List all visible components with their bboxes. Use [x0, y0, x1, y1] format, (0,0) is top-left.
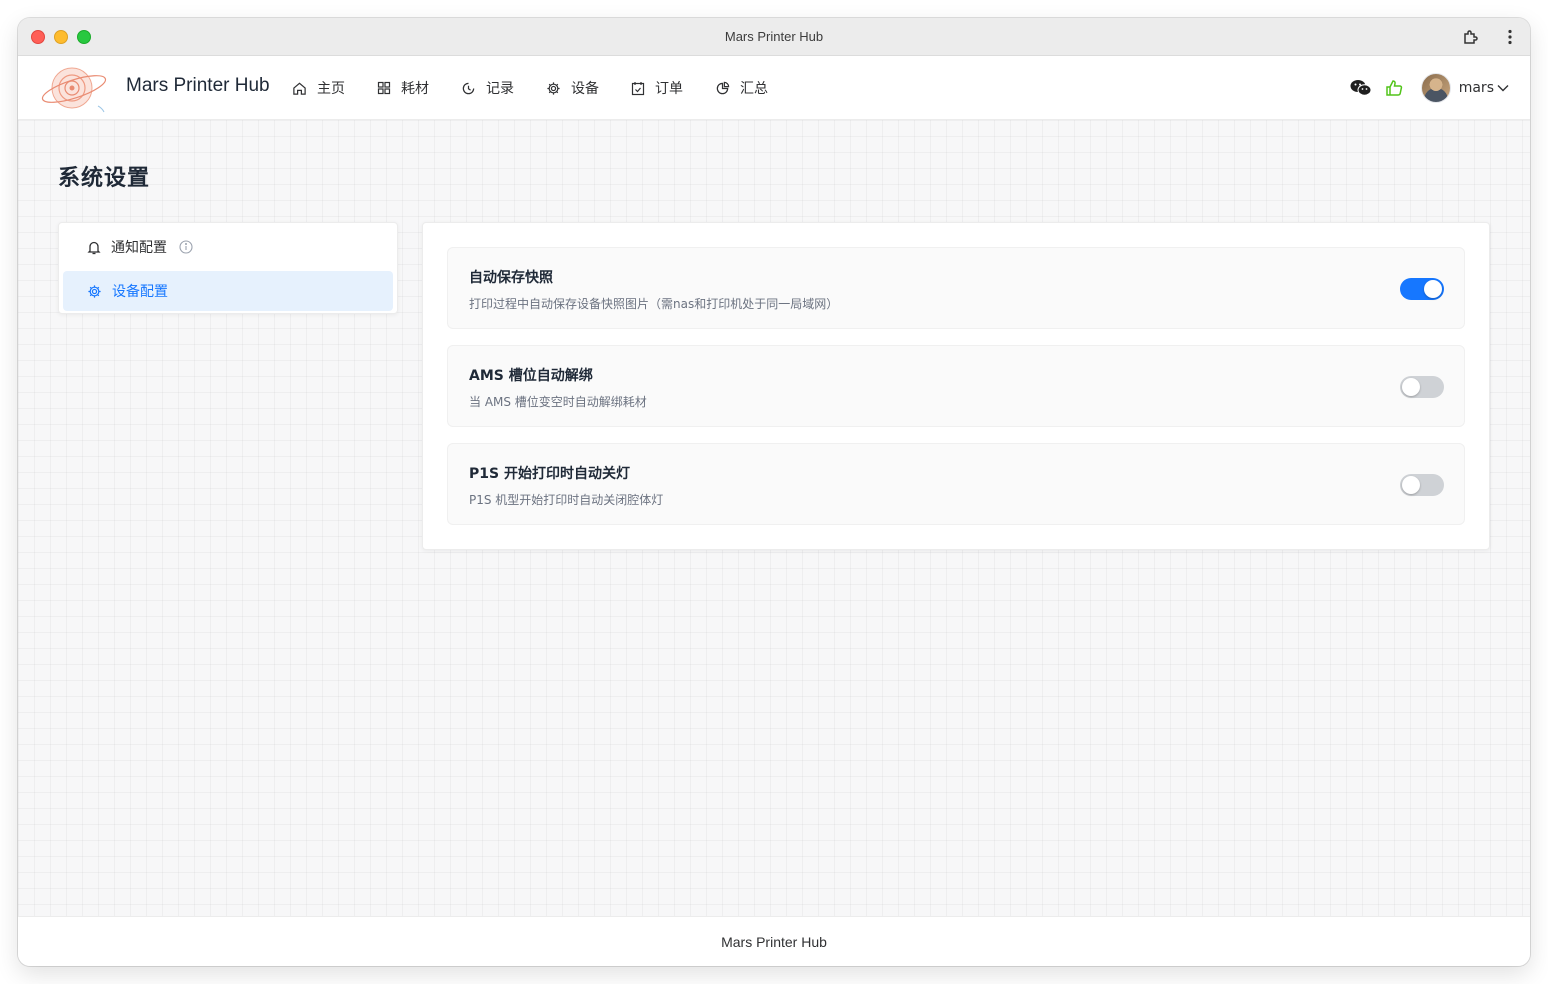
nav-item-filament[interactable]: 耗材 [377, 78, 429, 98]
window-title: Mars Printer Hub [724, 29, 824, 44]
title-bar: Mars Printer Hub [18, 18, 1530, 56]
footer: Mars Printer Hub [18, 916, 1530, 966]
nav-item-label: 汇总 [740, 81, 768, 97]
setting-description: 当 AMS 槽位变空时自动解绑耗材 [469, 395, 647, 409]
footer-text: Mars Printer Hub [721, 933, 827, 950]
brand-name: Mars Printer Hub [126, 75, 270, 96]
thumbs-up-icon[interactable] [1383, 77, 1405, 99]
user-menu[interactable]: mars [1459, 80, 1510, 96]
extension-icon[interactable] [1461, 27, 1481, 47]
app-header: Mars Printer Hub 主页 耗材 记录 设备 订单 汇总 mars [18, 56, 1530, 120]
nav-item-label: 设备 [571, 81, 599, 97]
menu-item-device[interactable]: 设备配置 [63, 271, 393, 311]
nav-item-label: 记录 [486, 81, 514, 97]
setting-title: AMS 槽位自动解绑 [469, 368, 593, 384]
history-icon [462, 82, 475, 94]
nav-item-home[interactable]: 主页 [292, 78, 345, 98]
app-window: Mars Printer Hub Mars Printer Hub 主页 耗材 … [18, 18, 1530, 966]
home-icon [293, 82, 306, 95]
setting-title: P1S 开始打印时自动关灯 [469, 466, 630, 482]
setting-auto-snapshot: 自动保存快照 打印过程中自动保存设备快照图片（需nas和打印机处于同一局域网） [447, 247, 1465, 329]
info-icon[interactable] [179, 240, 203, 254]
main-content: 系统设置 通知配置 设备配置 自动保存快照 打印过程中自动保存设备快照图片（需n… [18, 120, 1530, 916]
grid-icon [377, 81, 391, 95]
more-vertical-icon[interactable] [1500, 27, 1520, 47]
nav-item-devices[interactable]: 设备 [546, 78, 599, 98]
nav-item-orders[interactable]: 订单 [631, 78, 683, 98]
nav-item-summary[interactable]: 汇总 [715, 78, 768, 98]
setting-description: 打印过程中自动保存设备快照图片（需nas和打印机处于同一局域网） [469, 297, 839, 311]
nav-item-label: 订单 [655, 81, 683, 97]
main-nav: 主页 耗材 记录 设备 订单 汇总 [292, 56, 800, 120]
chevron-down-icon [1497, 85, 1509, 92]
brand-logo[interactable] [38, 62, 110, 114]
username-label: mars [1458, 80, 1494, 96]
auto-snapshot-toggle[interactable] [1400, 278, 1444, 300]
gear-icon [547, 81, 560, 95]
gear-icon [88, 284, 101, 298]
setting-description: P1S 机型开始打印时自动关闭腔体灯 [469, 493, 664, 507]
avatar[interactable] [1420, 73, 1451, 103]
pie-chart-icon [716, 81, 730, 94]
menu-item-label: 通知配置 [111, 240, 167, 256]
nav-item-records[interactable]: 记录 [461, 78, 514, 98]
p1s-auto-light-off-toggle[interactable] [1400, 474, 1444, 496]
nav-item-label: 主页 [317, 81, 345, 97]
device-settings-card: 自动保存快照 打印过程中自动保存设备快照图片（需nas和打印机处于同一局域网） … [422, 222, 1490, 550]
setting-ams-auto-unbind: AMS 槽位自动解绑 当 AMS 槽位变空时自动解绑耗材 [447, 345, 1465, 427]
menu-item-label: 设备配置 [112, 284, 168, 300]
wechat-icon[interactable] [1350, 77, 1372, 99]
setting-p1s-auto-light-off: P1S 开始打印时自动关灯 P1S 机型开始打印时自动关闭腔体灯 [447, 443, 1465, 525]
ams-auto-unbind-toggle[interactable] [1400, 376, 1444, 398]
calendar-icon [631, 81, 645, 95]
menu-item-notification[interactable]: 通知配置 [63, 227, 393, 267]
header-right: mars [1339, 56, 1510, 120]
nav-item-label: 耗材 [401, 81, 429, 97]
page-title: 系统设置 [58, 166, 151, 191]
setting-title: 自动保存快照 [469, 270, 553, 286]
settings-side-menu: 通知配置 设备配置 [58, 222, 398, 314]
bell-icon [87, 241, 101, 254]
